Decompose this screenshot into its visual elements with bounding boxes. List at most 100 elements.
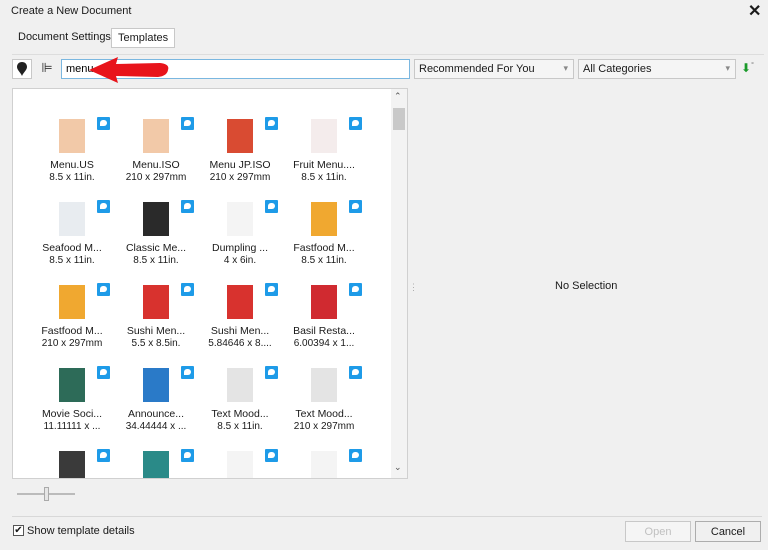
template-thumbnail — [143, 283, 194, 319]
cloud-badge-icon — [349, 366, 362, 379]
template-size: 210 x 297mm — [125, 172, 187, 183]
template-tile[interactable]: Menu.ISO 210 x 297mm — [114, 117, 198, 183]
template-thumbnail — [227, 449, 278, 478]
template-tile[interactable]: Text Mood... 210 x 297mm — [282, 366, 366, 432]
template-thumbnail — [143, 366, 194, 402]
cloud-badge-icon — [181, 200, 194, 213]
template-thumbnail — [59, 283, 110, 319]
scroll-up-icon[interactable]: ⌃ — [394, 91, 402, 102]
red-arrow-annotation — [89, 57, 169, 83]
tab-templates[interactable]: Templates — [111, 28, 176, 48]
template-tile[interactable]: Fastfood M... 8.5 x 11in. — [282, 200, 366, 266]
cloud-badge-icon — [265, 200, 278, 213]
template-thumbnail — [59, 117, 110, 153]
template-tile[interactable] — [282, 449, 366, 478]
template-thumbnail — [59, 449, 110, 478]
template-grid: Menu.US 8.5 x 11in. Menu.ISO 210 x 297mm… — [12, 88, 408, 479]
template-size: 8.5 x 11in. — [49, 255, 95, 266]
template-tile[interactable]: Basil Resta... 6.00394 x 1... — [282, 283, 366, 349]
sort-value: Recommended For You — [419, 63, 535, 75]
category-dropdown[interactable]: All Categories ▾ — [578, 59, 736, 79]
template-tile[interactable]: Announce... 34.44444 x ... — [114, 366, 198, 432]
cloud-badge-icon — [181, 117, 194, 130]
pin-button[interactable] — [12, 59, 32, 79]
cloud-badge-icon — [349, 117, 362, 130]
template-size: 5.84646 x 8.... — [208, 338, 272, 349]
cloud-badge-icon — [265, 449, 278, 462]
sort-dropdown[interactable]: Recommended For You ▾ — [414, 59, 574, 79]
show-details-checkbox[interactable]: ✔ — [13, 525, 24, 536]
template-tile[interactable]: Seafood M... 8.5 x 11in. — [30, 200, 114, 266]
template-tile[interactable]: Fruit Menu.... 8.5 x 11in. — [282, 117, 366, 183]
template-tile[interactable]: Sushi Men... 5.5 x 8.5in. — [114, 283, 198, 349]
cloud-badge-icon — [97, 366, 110, 379]
template-tile[interactable]: Fastfood M... 210 x 297mm — [30, 283, 114, 349]
template-size: 8.5 x 11in. — [301, 172, 347, 183]
template-name: Basil Resta... — [293, 325, 355, 337]
template-thumbnail — [59, 200, 110, 236]
cloud-badge-icon — [97, 200, 110, 213]
thumbnail-size-slider[interactable] — [17, 487, 77, 501]
template-size: 8.5 x 11in. — [133, 255, 179, 266]
template-name: Text Mood... — [211, 408, 269, 420]
template-thumbnail — [143, 117, 194, 153]
template-thumbnail — [143, 200, 194, 236]
show-details-label[interactable]: Show template details — [27, 525, 135, 537]
template-thumbnail — [311, 117, 362, 153]
template-name: Announce... — [127, 408, 185, 420]
template-name: Text Mood... — [295, 408, 353, 420]
template-tile[interactable]: Movie Soci... 11.11111 x ... — [30, 366, 114, 432]
template-tile[interactable] — [30, 449, 114, 478]
chevron-down-icon: ▾ — [725, 63, 730, 73]
close-icon[interactable]: ✕ — [748, 1, 761, 21]
template-tile[interactable]: Menu JP.ISO 210 x 297mm — [198, 117, 282, 183]
footer-divider — [12, 516, 762, 517]
folder-tree-icon[interactable]: ⊫ — [38, 60, 56, 78]
cloud-badge-icon — [265, 283, 278, 296]
template-name: Fastfood M... — [41, 325, 103, 337]
template-thumbnail — [311, 366, 362, 402]
template-thumbnail — [143, 449, 194, 478]
template-size: 210 x 297mm — [293, 421, 355, 432]
template-thumbnail — [227, 366, 278, 402]
cloud-badge-icon — [181, 449, 194, 462]
template-name: Menu.US — [50, 159, 94, 171]
cloud-badge-icon — [97, 117, 110, 130]
cancel-button[interactable]: Cancel — [695, 521, 761, 542]
template-size: 34.44444 x ... — [125, 421, 187, 432]
template-thumbnail — [311, 200, 362, 236]
template-tile[interactable]: Text Mood... 8.5 x 11in. — [198, 366, 282, 432]
cloud-badge-icon — [265, 117, 278, 130]
open-button[interactable]: Open — [625, 521, 691, 542]
template-tile[interactable] — [114, 449, 198, 478]
tab-divider — [12, 54, 764, 55]
template-size: 11.11111 x ... — [43, 421, 101, 432]
template-thumbnail — [59, 366, 110, 402]
template-name: Fastfood M... — [293, 242, 355, 254]
template-name: Menu JP.ISO — [209, 159, 271, 171]
cloud-badge-icon — [349, 449, 362, 462]
template-tile[interactable]: Dumpling ... 4 x 6in. — [198, 200, 282, 266]
template-size: 8.5 x 11in. — [217, 421, 263, 432]
scrollbar-thumb[interactable] — [393, 108, 405, 130]
scroll-down-icon[interactable]: ⌄ — [394, 462, 402, 473]
template-size: 8.5 x 11in. — [301, 255, 347, 266]
cloud-badge-icon — [97, 449, 110, 462]
template-tile[interactable]: Menu.US 8.5 x 11in. — [30, 117, 114, 183]
template-tile[interactable]: Classic Me... 8.5 x 11in. — [114, 200, 198, 266]
cloud-badge-icon — [265, 366, 278, 379]
template-size: 210 x 297mm — [209, 172, 271, 183]
template-name: Sushi Men... — [126, 325, 186, 337]
tab-document-settings[interactable]: Document Settings — [12, 28, 117, 48]
cloud-badge-icon — [349, 283, 362, 296]
cloud-badge-icon — [97, 283, 110, 296]
template-tile[interactable]: Sushi Men... 5.84646 x 8.... — [198, 283, 282, 349]
template-thumbnail — [311, 449, 362, 478]
slider-knob[interactable] — [44, 487, 49, 501]
panel-splitter[interactable]: ⋮ — [409, 282, 418, 293]
template-settings-icon[interactable]: ⬇° — [741, 61, 754, 75]
vertical-scrollbar[interactable]: ⌃ ⌄ — [391, 89, 407, 478]
template-tile[interactable] — [198, 449, 282, 478]
template-name: Movie Soci... — [41, 408, 103, 420]
template-name: Classic Me... — [125, 242, 187, 254]
